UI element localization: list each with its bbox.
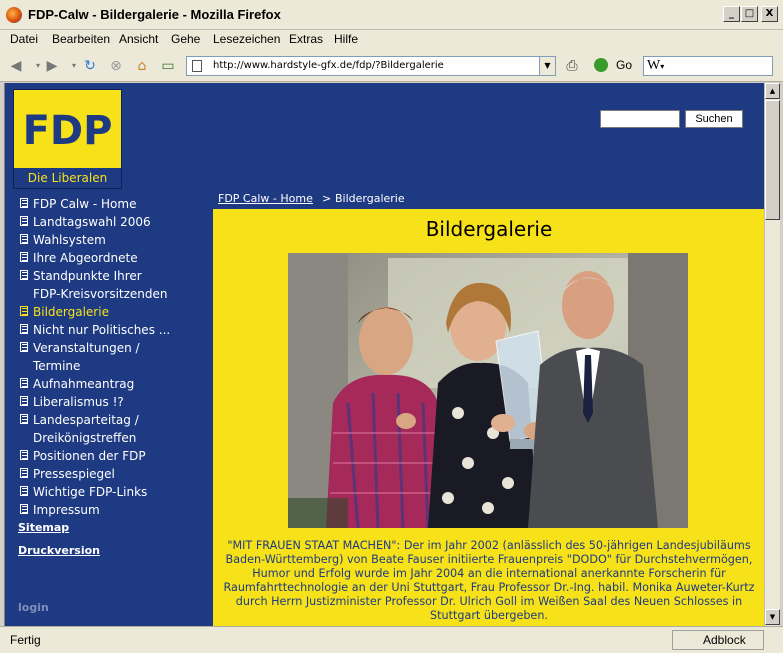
document-icon	[20, 396, 28, 406]
document-icon	[20, 234, 28, 244]
search-engine-box[interactable]: W▾	[643, 56, 773, 76]
menu-hilfe[interactable]: Hilfe	[334, 32, 358, 46]
breadcrumb-home-link[interactable]: FDP Calw - Home	[218, 192, 313, 205]
sitemap-link[interactable]: Sitemap	[18, 521, 69, 534]
award-ceremony-photo	[288, 253, 688, 528]
sidebar-item-aufnahmeantrag[interactable]: Aufnahmeantrag	[19, 375, 209, 393]
close-button[interactable]: X	[761, 6, 778, 22]
sidebar-item-veranstaltungen[interactable]: Veranstaltungen / Termine	[19, 339, 209, 375]
document-icon	[20, 468, 28, 478]
photo-caption: "MIT FRAUEN STAAT MACHEN": Der im Jahr 2…	[223, 539, 755, 622]
logo-text: FDP	[22, 108, 113, 154]
document-icon	[20, 504, 28, 514]
forward-arrow-icon[interactable]: ▶	[44, 58, 60, 74]
print-icon[interactable]: ⎙	[564, 58, 580, 74]
sidebar-item-impressum[interactable]: Impressum	[19, 501, 209, 519]
sidebar-item-positionen[interactable]: Positionen der FDP	[19, 447, 209, 465]
site-header: FDP Die Liberalen Suchen	[5, 83, 764, 189]
document-icon	[20, 198, 28, 208]
sidebar-item-landesparteitag[interactable]: Landesparteitag / Dreikönigstreffen	[19, 411, 209, 447]
fdp-logo[interactable]: FDP Die Liberalen	[13, 89, 122, 189]
sidebar-item-abgeordnete[interactable]: Ihre Abgeordnete	[19, 249, 209, 267]
print-version-link[interactable]: Druckversion	[18, 544, 100, 557]
sidebar-nav: FDP Calw - Home Landtagswahl 2006 Wahlsy…	[19, 195, 209, 519]
document-icon	[20, 252, 28, 262]
sidebar-item-landtagswahl[interactable]: Landtagswahl 2006	[19, 213, 209, 231]
back-arrow-icon[interactable]: ◀	[8, 58, 24, 74]
window-title: FDP-Calw - Bildergalerie - Mozilla Firef…	[28, 7, 281, 22]
bookmark-page-icon[interactable]: ▭	[160, 58, 176, 74]
sidebar-item-wahlsystem[interactable]: Wahlsystem	[19, 231, 209, 249]
menu-lesezeichen[interactable]: Lesezeichen	[213, 32, 280, 46]
scroll-down-arrow-icon[interactable]: ▼	[765, 609, 780, 625]
document-icon	[20, 306, 28, 316]
menu-extras[interactable]: Extras	[289, 32, 323, 46]
page-viewport: FDP Die Liberalen Suchen FDP Calw - Home…	[4, 83, 764, 626]
document-icon	[20, 342, 28, 352]
document-icon	[20, 486, 28, 496]
menu-bearbeiten[interactable]: Bearbeiten	[52, 32, 110, 46]
window-titlebar: FDP-Calw - Bildergalerie - Mozilla Firef…	[0, 0, 783, 30]
go-button[interactable]: Go	[616, 58, 632, 72]
sidebar-item-pressespiegel[interactable]: Pressespiegel	[19, 465, 209, 483]
logo-subtitle: Die Liberalen	[14, 168, 121, 188]
sidebar-item-liberalismus[interactable]: Liberalismus !?	[19, 393, 209, 411]
url-dropdown-icon[interactable]: ▼	[539, 57, 555, 75]
menu-gehe[interactable]: Gehe	[171, 32, 200, 46]
main-content: FDP Calw - Home > Bildergalerie Bilderga…	[213, 189, 764, 626]
menu-ansicht[interactable]: Ansicht	[119, 32, 158, 46]
firefox-logo-icon	[6, 7, 22, 23]
reload-icon[interactable]: ↻	[82, 58, 98, 74]
login-link[interactable]: login	[18, 601, 49, 614]
page-title: Bildergalerie	[425, 217, 553, 241]
document-icon	[20, 324, 28, 334]
minimize-button[interactable]: _	[723, 6, 740, 22]
forward-dropdown-icon[interactable]: ▾	[66, 58, 82, 74]
sidebar-item-fdp-links[interactable]: Wichtige FDP-Links	[19, 483, 209, 501]
sidebar: FDP Calw - Home Landtagswahl 2006 Wahlsy…	[5, 189, 213, 626]
page-icon	[192, 60, 202, 72]
engine-dropdown-icon[interactable]: ▾	[660, 62, 664, 71]
go-arrow-icon[interactable]	[594, 58, 608, 72]
document-icon	[20, 378, 28, 388]
url-bar[interactable]: http://www.hardstyle-gfx.de/fdp/?Bilderg…	[186, 56, 556, 76]
adblock-button[interactable]: Adblock	[672, 630, 764, 650]
document-icon	[20, 216, 28, 226]
document-icon	[20, 450, 28, 460]
menu-datei[interactable]: Datei	[10, 32, 38, 46]
sidebar-item-standpunkte[interactable]: Standpunkte Ihrer FDP-Kreisvorsitzenden	[19, 267, 209, 303]
navigation-toolbar: ◀ ▾ ▶ ▾ ↻ ⊗ ⌂ ▭ http://www.hardstyle-gfx…	[0, 50, 783, 82]
maximize-button[interactable]: □	[741, 6, 758, 22]
wikipedia-icon: W	[647, 58, 661, 73]
sidebar-item-bildergalerie[interactable]: Bildergalerie	[19, 303, 209, 321]
document-icon	[20, 270, 28, 280]
scrollbar-thumb[interactable]	[765, 100, 780, 220]
breadcrumb-current: Bildergalerie	[335, 192, 405, 205]
url-text: http://www.hardstyle-gfx.de/fdp/?Bilderg…	[213, 60, 444, 71]
menu-bar: Datei Bearbeiten Ansicht Gehe Lesezeiche…	[0, 30, 783, 50]
status-text: Fertig	[10, 633, 41, 647]
breadcrumb-separator: >	[322, 192, 332, 205]
sidebar-item-nicht-nur-politisches[interactable]: Nicht nur Politisches ...	[19, 321, 209, 339]
stop-icon[interactable]: ⊗	[108, 58, 124, 74]
site-search-button[interactable]: Suchen	[685, 110, 743, 128]
home-icon[interactable]: ⌂	[134, 58, 150, 74]
breadcrumb: FDP Calw - Home > Bildergalerie	[213, 189, 764, 209]
document-icon	[20, 414, 28, 424]
site-search-input[interactable]	[600, 110, 680, 128]
sidebar-item-home[interactable]: FDP Calw - Home	[19, 195, 209, 213]
status-bar: Fertig Adblock	[0, 626, 783, 653]
vertical-scrollbar[interactable]: ▲ ▼	[764, 83, 780, 626]
scroll-up-arrow-icon[interactable]: ▲	[765, 83, 780, 99]
gallery-photo	[288, 253, 688, 528]
